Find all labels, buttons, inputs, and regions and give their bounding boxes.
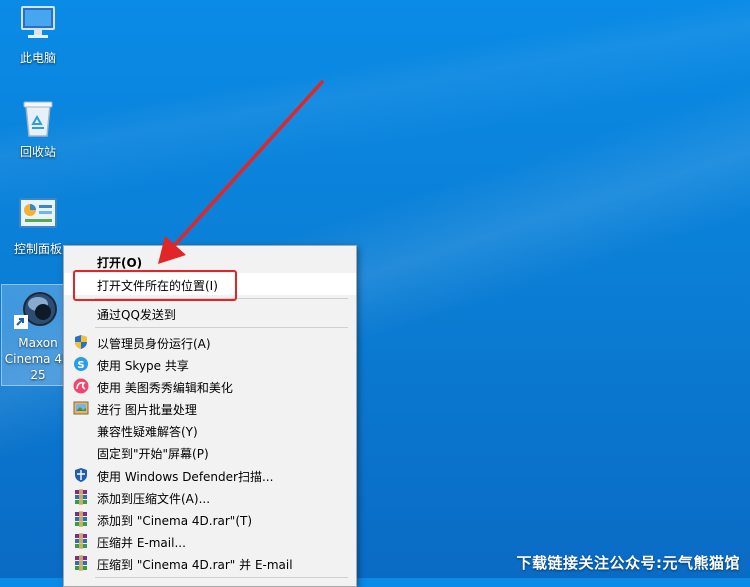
shortcut-arrow-icon (14, 315, 28, 329)
winrar-icon (73, 533, 89, 549)
menu-separator (95, 298, 348, 299)
desktop-icon-recycle-bin[interactable]: 回收站 (2, 96, 74, 160)
control-panel-icon (16, 193, 60, 237)
uac-shield-icon (73, 334, 89, 350)
svg-text:S: S (77, 360, 84, 371)
menu-item-add-to-archive[interactable]: 添加到压缩文件(A)... (64, 486, 356, 508)
menu-item-defender-scan[interactable]: 使用 Windows Defender扫描... (64, 464, 356, 486)
desktop-icon-label: 回收站 (19, 145, 56, 159)
menu-item-run-as-admin[interactable]: 以管理员身份运行(A) (64, 331, 356, 353)
menu-separator (95, 327, 348, 328)
meitu-icon (73, 378, 89, 394)
menu-item-skype-share[interactable]: S 使用 Skype 共享 (64, 353, 356, 375)
skype-icon: S (73, 356, 89, 372)
winrar-icon (73, 489, 89, 505)
menu-item-add-to-named-rar[interactable]: 添加到 "Cinema 4D.rar"(T) (64, 508, 356, 530)
winrar-icon (73, 555, 89, 571)
computer-icon (16, 2, 60, 46)
desktop-icon-this-pc[interactable]: 此电脑 (2, 2, 74, 66)
context-menu: 打开(O) 打开文件所在的位置(I) 通过QQ发送到 以管理员身份运行(A) S… (63, 245, 357, 587)
menu-item-pin-to-start[interactable]: 固定到"开始"屏幕(P) (64, 441, 356, 463)
menu-item-open-file-location[interactable]: 打开文件所在的位置(I) (64, 273, 356, 295)
menu-item-meitu[interactable]: 使用 美图秀秀编辑和美化 (64, 375, 356, 397)
menu-item-compress-email[interactable]: 压缩并 E-mail... (64, 530, 356, 552)
menu-item-send-via-qq[interactable]: 通过QQ发送到 (64, 302, 356, 324)
cinema4d-icon (14, 287, 60, 331)
watermark-text: 下载链接关注公众号:元气熊猫馆 (516, 554, 740, 572)
recycle-bin-icon (16, 96, 60, 140)
image-batch-icon (73, 400, 89, 416)
menu-item-open[interactable]: 打开(O) (64, 250, 356, 272)
defender-icon (73, 467, 89, 483)
winrar-icon (73, 511, 89, 527)
desktop-icon-label: 此电脑 (19, 51, 56, 65)
menu-item-compat-troubleshoot[interactable]: 兼容性疑难解答(Y) (64, 419, 356, 441)
menu-item-image-batch[interactable]: 进行 图片批量处理 (64, 397, 356, 419)
menu-item-compress-named-email[interactable]: 压缩到 "Cinema 4D.rar" 并 E-mail (64, 552, 356, 574)
